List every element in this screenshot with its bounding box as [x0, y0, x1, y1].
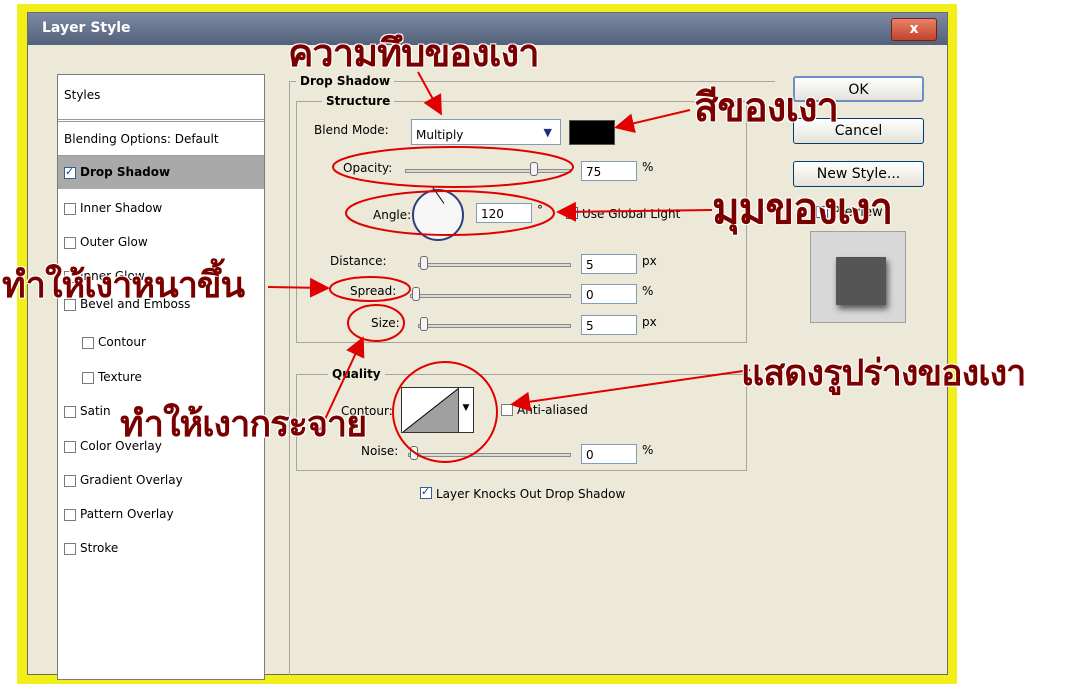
- annotation-contour: แสดงรูปร่างของเงา: [741, 353, 1026, 394]
- opacity-highlight: [332, 146, 574, 188]
- contour-highlight: [392, 361, 498, 463]
- size-highlight: [347, 304, 405, 342]
- annotation-opacity: ความทึบของเงา: [288, 31, 540, 75]
- annotation-angle: มุมของเงา: [712, 184, 893, 233]
- angle-highlight: [345, 190, 555, 236]
- annotation-color: สีของเงา: [694, 85, 839, 131]
- annotation-size: ทำให้เงากระจาย: [120, 404, 367, 445]
- spread-highlight: [329, 276, 411, 302]
- annotation-spread: ทำให้เงาหนาขึ้น: [2, 265, 245, 306]
- contour-arrow: [510, 369, 751, 412]
- angle-arrow: [556, 201, 713, 222]
- color-arrow: [614, 109, 691, 134]
- spread-arrow: [267, 277, 330, 298]
